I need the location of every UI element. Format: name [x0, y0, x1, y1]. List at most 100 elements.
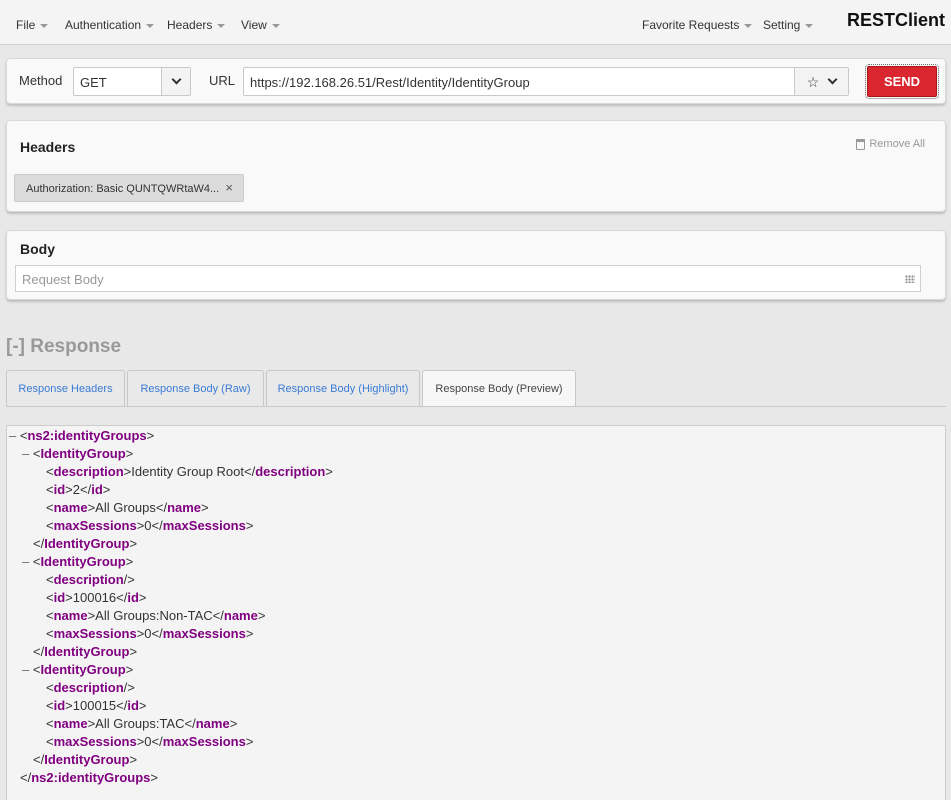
menu-headers[interactable]: Headers	[167, 18, 226, 32]
xml-tag-name: IdentityGroup	[44, 644, 130, 659]
xml-bracket: <	[46, 734, 54, 749]
xml-bracket: <	[46, 626, 54, 641]
xml-tag-name: description	[53, 572, 124, 587]
collapse-toggle[interactable]: –	[22, 446, 33, 461]
xml-line: <description/>	[46, 679, 135, 697]
xml-tag-name: IdentityGroup	[40, 554, 126, 569]
xml-text-value: All Groups:Non-TAC	[95, 608, 213, 623]
xml-bracket: >	[65, 590, 73, 605]
tabs-divider	[6, 406, 946, 407]
xml-line: <name>All Groups</name>	[46, 499, 209, 517]
xml-text-value: 0	[144, 518, 152, 533]
xml-bracket: <	[46, 698, 54, 713]
menu-setting[interactable]: Setting	[763, 18, 814, 32]
xml-tag-name: name	[223, 608, 258, 623]
header-tag[interactable]: Authorization: Basic QUNTQWRtaW4... ×	[14, 174, 244, 202]
xml-bracket: >	[146, 428, 155, 443]
xml-bracket: >	[201, 500, 209, 515]
xml-line: <name>All Groups:Non-TAC</name>	[46, 607, 265, 625]
xml-bracket: </	[155, 500, 168, 515]
xml-tag-name: maxSessions	[162, 626, 246, 641]
xml-text-value: 0	[144, 626, 152, 641]
xml-bracket: <	[46, 518, 54, 533]
body-title: Body	[20, 241, 55, 257]
tab-response-body-highlight[interactable]: Response Body (Highlight)	[266, 370, 420, 406]
xml-bracket: >	[150, 770, 158, 785]
star-icon[interactable]: ☆	[807, 75, 820, 89]
xml-bracket: <	[46, 680, 54, 695]
url-tools: ☆	[794, 68, 848, 95]
xml-bracket: >	[138, 590, 147, 605]
method-select[interactable]: GET	[73, 67, 191, 96]
xml-bracket: </	[33, 536, 45, 551]
tab-response-body-raw[interactable]: Response Body (Raw)	[127, 370, 264, 406]
request-body-placeholder: Request Body	[22, 272, 104, 287]
xml-tag-name: maxSessions	[162, 734, 246, 749]
xml-tag-name: ns2:identityGroups	[31, 770, 151, 785]
menu-file[interactable]: File	[16, 18, 49, 32]
chevron-down-icon	[805, 23, 814, 28]
send-button[interactable]: SEND	[865, 64, 939, 99]
headers-title: Headers	[20, 139, 76, 155]
headers-panel: Headers Remove All Authorization: Basic …	[6, 120, 946, 212]
xml-line: <description>Identity Group Root</descri…	[46, 463, 333, 481]
xml-line: <maxSessions>0</maxSessions>	[46, 733, 253, 751]
menu-authentication[interactable]: Authentication	[65, 18, 155, 32]
collapse-toggle[interactable]: –	[22, 554, 33, 569]
chevron-down-icon	[146, 23, 155, 28]
response-title[interactable]: [-] Response	[6, 336, 121, 358]
xml-text-value: Identity Group Root	[131, 464, 244, 479]
method-dropdown-button[interactable]	[161, 68, 190, 95]
xml-bracket: />	[123, 680, 135, 695]
collapse-toggle[interactable]: –	[9, 428, 20, 443]
xml-line: – <IdentityGroup>	[22, 445, 133, 463]
xml-tag-name: name	[195, 716, 230, 731]
xml-line: – <IdentityGroup>	[22, 661, 133, 679]
xml-bracket: </	[79, 482, 92, 497]
chevron-down-icon[interactable]	[827, 74, 838, 85]
xml-line: </IdentityGroup>	[33, 535, 137, 553]
method-label: Method	[19, 73, 63, 88]
xml-bracket: />	[123, 572, 135, 587]
xml-bracket: <	[46, 608, 54, 623]
remove-all-button[interactable]: Remove All	[856, 138, 925, 150]
xml-tag-name: name	[167, 500, 202, 515]
xml-tag-name: maxSessions	[53, 626, 137, 641]
xml-bracket: >	[125, 554, 134, 569]
xml-bracket: >	[257, 608, 266, 623]
xml-tag-name: id	[53, 698, 66, 713]
menu-authentication-label: Authentication	[65, 18, 142, 32]
xml-bracket: >	[245, 734, 254, 749]
chevron-down-icon	[271, 23, 280, 28]
xml-line: <description/>	[46, 571, 135, 589]
xml-bracket: </	[33, 752, 45, 767]
request-body-input[interactable]: Request Body	[15, 265, 921, 292]
tab-response-body-preview[interactable]: Response Body (Preview)	[422, 370, 576, 407]
chevron-down-icon	[217, 23, 226, 28]
xml-bracket: >	[245, 626, 254, 641]
url-input[interactable]: https://192.168.26.51/Rest/Identity/Iden…	[243, 67, 849, 96]
resize-grip-icon[interactable]	[905, 275, 915, 283]
xml-line: – <IdentityGroup>	[22, 553, 133, 571]
xml-line: <name>All Groups:TAC</name>	[46, 715, 237, 733]
menu-file-label: File	[16, 18, 36, 32]
xml-bracket: <	[46, 590, 54, 605]
menu-favorite-requests[interactable]: Favorite Requests	[642, 18, 753, 32]
xml-text-value: 0	[144, 734, 152, 749]
tab-response-headers[interactable]: Response Headers	[6, 370, 125, 406]
xml-tag-name: IdentityGroup	[40, 446, 126, 461]
xml-bracket: >	[125, 446, 134, 461]
xml-text-value: All Groups:TAC	[95, 716, 185, 731]
remove-all-label: Remove All	[869, 138, 925, 150]
collapse-toggle[interactable]: –	[22, 662, 33, 677]
xml-bracket: >	[102, 482, 111, 497]
chevron-down-icon	[744, 23, 753, 28]
xml-tag-name: IdentityGroup	[44, 752, 130, 767]
xml-bracket: </	[116, 698, 128, 713]
xml-bracket: </	[151, 518, 163, 533]
xml-bracket: >	[129, 752, 138, 767]
xml-bracket: <	[46, 482, 54, 497]
menu-view[interactable]: View	[241, 18, 280, 32]
xml-tag-name: description	[53, 680, 124, 695]
close-icon[interactable]: ×	[225, 180, 233, 195]
